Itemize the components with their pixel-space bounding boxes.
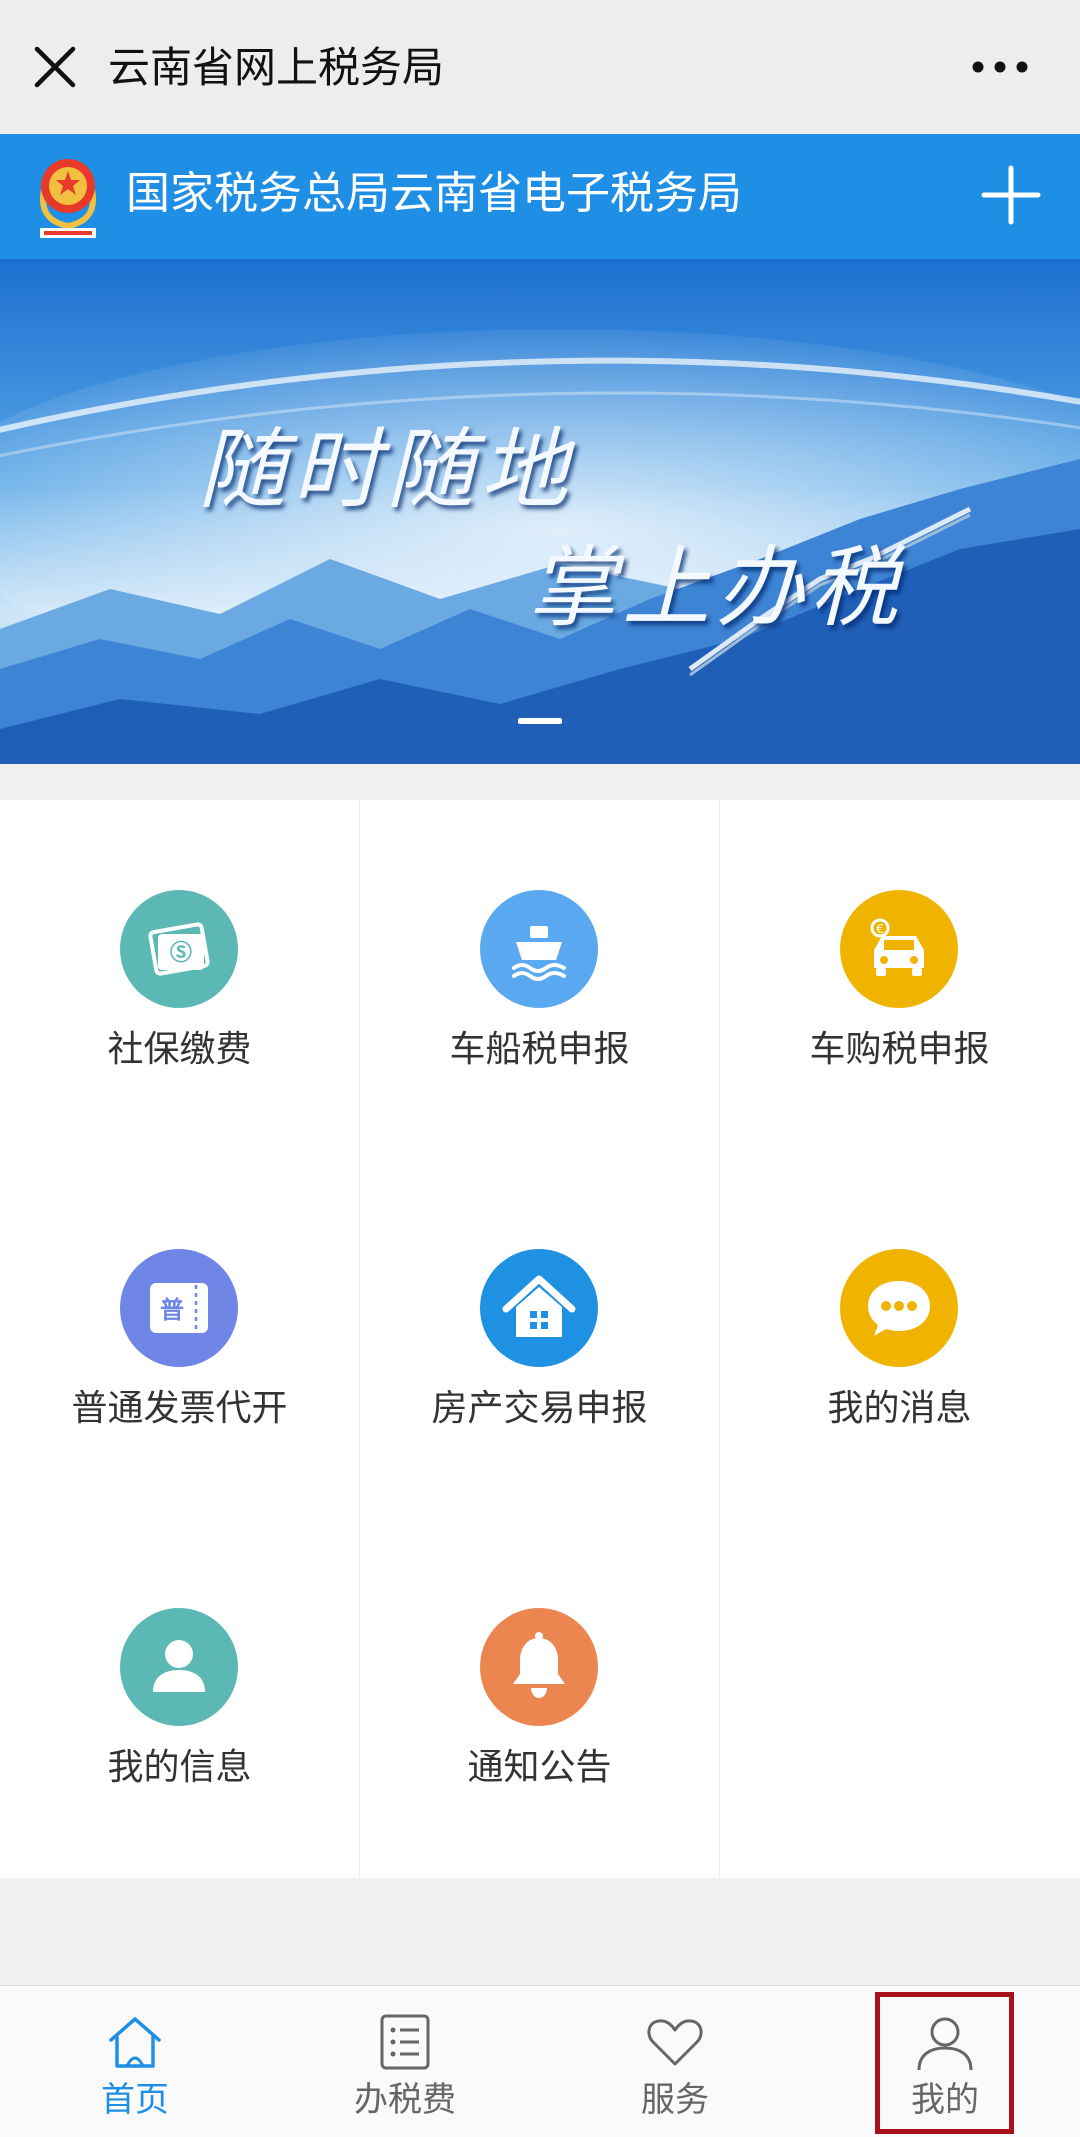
invoice-icon: 普 — [120, 1249, 238, 1367]
more-options-icon[interactable] — [970, 52, 1030, 82]
tab-service[interactable]: 服务 — [540, 1986, 810, 2137]
house-icon — [480, 1249, 598, 1367]
service-vehicle-purchase-tax[interactable]: € 车购税申报 — [720, 800, 1079, 1159]
service-my-information[interactable]: 我的信息 — [0, 1518, 359, 1877]
car-icon: € — [840, 890, 958, 1008]
user-icon — [120, 1608, 238, 1726]
service-vessel-tax[interactable]: 车船税申报 — [360, 800, 719, 1159]
service-label: 我的信息 — [107, 1747, 252, 1788]
site-header: 国家税务总局云南省电子税务局 — [0, 134, 1080, 259]
service-social-security[interactable]: Ⓢ 社保缴费 — [0, 800, 359, 1159]
tab-label: 服务 — [641, 2080, 709, 2120]
tab-tax-services[interactable]: 办税费 — [270, 1986, 540, 2137]
service-grid: Ⓢ 社保缴费 车船税申报 € 车购税申报 普 普通发票代开 房产交易申报 我的消… — [0, 800, 1080, 1878]
service-my-messages[interactable]: 我的消息 — [720, 1159, 1079, 1518]
plus-icon[interactable] — [978, 162, 1044, 228]
header-title: 国家税务总局云南省电子税务局 — [126, 168, 742, 219]
service-property-transaction[interactable]: 房产交易申报 — [360, 1159, 719, 1518]
home-icon — [109, 2017, 161, 2068]
highlight-box — [875, 1992, 1014, 2134]
service-label: 我的消息 — [827, 1388, 972, 1429]
service-label: 车购税申报 — [809, 1029, 990, 1070]
service-label: 车船税申报 — [449, 1029, 630, 1070]
social-security-card-icon: Ⓢ — [120, 890, 238, 1008]
list-icon — [380, 2014, 430, 2070]
invoice-icon-glyph: 普 — [160, 1296, 184, 1324]
chat-bubble-icon — [840, 1249, 958, 1367]
service-label: 普通发票代开 — [71, 1388, 288, 1429]
service-label: 通知公告 — [467, 1747, 612, 1788]
ship-icon — [480, 890, 598, 1008]
banner-carousel[interactable]: 随时随地 掌上办税 — [0, 259, 1080, 764]
carousel-indicator — [518, 718, 562, 724]
tax-emblem-icon — [40, 159, 96, 238]
service-general-invoice[interactable]: 普 普通发票代开 — [0, 1159, 359, 1518]
tab-label: 首页 — [101, 2080, 169, 2120]
page-title: 云南省网上税务局 — [108, 43, 445, 92]
service-label: 房产交易申报 — [431, 1388, 648, 1429]
close-icon[interactable] — [28, 40, 82, 94]
top-bar: 云南省网上税务局 — [0, 0, 1080, 134]
bell-icon — [480, 1608, 598, 1726]
tab-home[interactable]: 首页 — [0, 1986, 270, 2137]
svg-text:€: € — [876, 922, 884, 936]
tab-label: 办税费 — [354, 2080, 456, 2120]
svg-text:Ⓢ: Ⓢ — [170, 940, 192, 966]
service-notice-announcement[interactable]: 通知公告 — [360, 1518, 719, 1877]
banner-slogan-line1: 随时随地 — [198, 418, 575, 521]
banner-slogan-line2: 掌上办税 — [528, 536, 905, 639]
service-label: 社保缴费 — [107, 1029, 252, 1070]
heart-icon — [647, 2019, 703, 2066]
